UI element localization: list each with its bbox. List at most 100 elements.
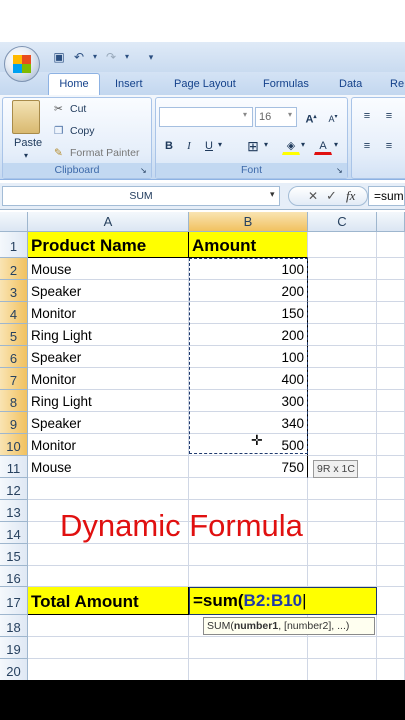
row-header[interactable]: 3 (0, 280, 28, 302)
undo-dropdown-icon[interactable]: ▾ (88, 50, 102, 64)
empty-cell[interactable] (377, 478, 405, 500)
bold-icon[interactable]: B (160, 137, 178, 155)
row-header[interactable]: 20 (0, 659, 28, 680)
amount-cell[interactable]: 100 (189, 346, 308, 368)
empty-cell[interactable] (377, 587, 405, 615)
row-header[interactable]: 6 (0, 346, 28, 368)
align-center-icon[interactable]: ≡ (380, 137, 398, 155)
row-header[interactable]: 16 (0, 566, 28, 587)
empty-cell[interactable] (377, 566, 405, 587)
formula-input[interactable]: =sum (368, 186, 405, 206)
header-cell-product-name[interactable]: Product Name (28, 232, 189, 258)
empty-cell[interactable] (308, 390, 377, 412)
row-header[interactable]: 19 (0, 637, 28, 659)
amount-cell[interactable] (189, 478, 308, 500)
empty-cell[interactable] (377, 390, 405, 412)
insert-function-icon[interactable]: fx (346, 188, 355, 204)
row-header[interactable]: 2 (0, 258, 28, 280)
empty-cell[interactable] (377, 615, 405, 637)
amount-cell[interactable]: 150 (189, 302, 308, 324)
row-header[interactable]: 4 (0, 302, 28, 324)
amount-cell[interactable] (189, 659, 308, 680)
empty-cell[interactable] (377, 500, 405, 522)
name-box[interactable]: SUM (2, 186, 280, 206)
row-header[interactable]: 18 (0, 615, 28, 637)
borders-icon[interactable]: ⊞ (244, 137, 262, 155)
column-header-d[interactable] (377, 212, 405, 232)
empty-cell[interactable] (377, 302, 405, 324)
empty-cell[interactable] (308, 434, 377, 456)
row-header[interactable]: 11 (0, 456, 28, 478)
amount-cell[interactable] (189, 637, 308, 659)
copy-button[interactable]: Copy (70, 125, 95, 137)
empty-cell[interactable] (377, 280, 405, 302)
empty-cell[interactable] (308, 302, 377, 324)
amount-cell[interactable]: 100 (189, 258, 308, 280)
column-header-b[interactable]: B (189, 212, 308, 232)
font-size-dropdown-icon[interactable]: ▾ (288, 110, 292, 119)
empty-cell[interactable] (377, 659, 405, 680)
amount-cell[interactable] (189, 566, 308, 587)
row-header[interactable]: 9 (0, 412, 28, 434)
empty-cell[interactable] (377, 368, 405, 390)
underline-icon[interactable]: U (200, 137, 218, 155)
enter-icon[interactable]: ✓ (326, 188, 337, 204)
product-name-cell[interactable]: Speaker (28, 346, 189, 368)
product-name-cell[interactable]: Mouse (28, 258, 189, 280)
paste-button[interactable]: Paste (14, 137, 42, 149)
tab-insert[interactable]: Insert (115, 76, 143, 94)
empty-cell[interactable] (308, 500, 377, 522)
row-header[interactable]: 17 (0, 587, 28, 615)
empty-cell[interactable] (377, 258, 405, 280)
empty-cell[interactable] (308, 368, 377, 390)
empty-cell[interactable] (308, 412, 377, 434)
empty-cell[interactable] (308, 478, 377, 500)
empty-cell[interactable] (377, 522, 405, 544)
empty-cell[interactable] (308, 232, 377, 258)
product-name-cell[interactable] (28, 544, 189, 566)
product-name-cell[interactable]: Speaker (28, 412, 189, 434)
row-header[interactable]: 8 (0, 390, 28, 412)
grow-font-icon[interactable]: A▴ (302, 108, 320, 126)
empty-cell[interactable] (377, 232, 405, 258)
empty-cell[interactable] (377, 434, 405, 456)
empty-cell[interactable] (377, 456, 405, 478)
name-box-dropdown-icon[interactable]: ▾ (270, 189, 275, 200)
tab-page-layout[interactable]: Page Layout (174, 76, 236, 94)
empty-cell[interactable] (308, 566, 377, 587)
amount-cell[interactable]: 300 (189, 390, 308, 412)
product-name-cell[interactable]: Monitor (28, 368, 189, 390)
tab-formulas[interactable]: Formulas (263, 76, 309, 94)
empty-cell[interactable] (377, 637, 405, 659)
empty-cell[interactable] (308, 544, 377, 566)
paste-dropdown-icon[interactable]: ▾ (24, 151, 28, 160)
product-name-cell[interactable]: Mouse (28, 456, 189, 478)
align-middle-icon[interactable]: ≡ (380, 107, 398, 125)
row-header[interactable]: 1 (0, 232, 28, 258)
undo-icon[interactable]: ↶ (72, 50, 86, 64)
align-left-icon[interactable]: ≡ (358, 137, 376, 155)
total-amount-label[interactable]: Total Amount (28, 587, 189, 615)
font-color-icon[interactable]: A (314, 137, 332, 155)
cancel-icon[interactable]: ✕ (308, 189, 318, 203)
empty-cell[interactable] (377, 412, 405, 434)
empty-cell[interactable] (308, 637, 377, 659)
tab-review[interactable]: Re (390, 76, 404, 94)
shrink-font-icon[interactable]: A▾ (324, 108, 342, 126)
redo-icon[interactable]: ↷ (104, 50, 118, 64)
product-name-cell[interactable] (28, 615, 189, 637)
column-header-c[interactable]: C (308, 212, 377, 232)
font-name-select[interactable] (159, 107, 253, 127)
fill-color-dropdown-icon[interactable]: ▾ (301, 140, 305, 149)
empty-cell[interactable] (377, 324, 405, 346)
product-name-cell[interactable]: Monitor (28, 434, 189, 456)
product-name-cell[interactable] (28, 637, 189, 659)
tab-data[interactable]: Data (339, 76, 362, 94)
format-painter-button[interactable]: Format Painter (70, 147, 139, 159)
empty-cell[interactable] (308, 522, 377, 544)
column-header-a[interactable]: A (28, 212, 189, 232)
tab-home[interactable]: Home (48, 73, 100, 95)
empty-cell[interactable] (308, 324, 377, 346)
font-name-dropdown-icon[interactable]: ▾ (243, 110, 247, 119)
row-header[interactable]: 5 (0, 324, 28, 346)
